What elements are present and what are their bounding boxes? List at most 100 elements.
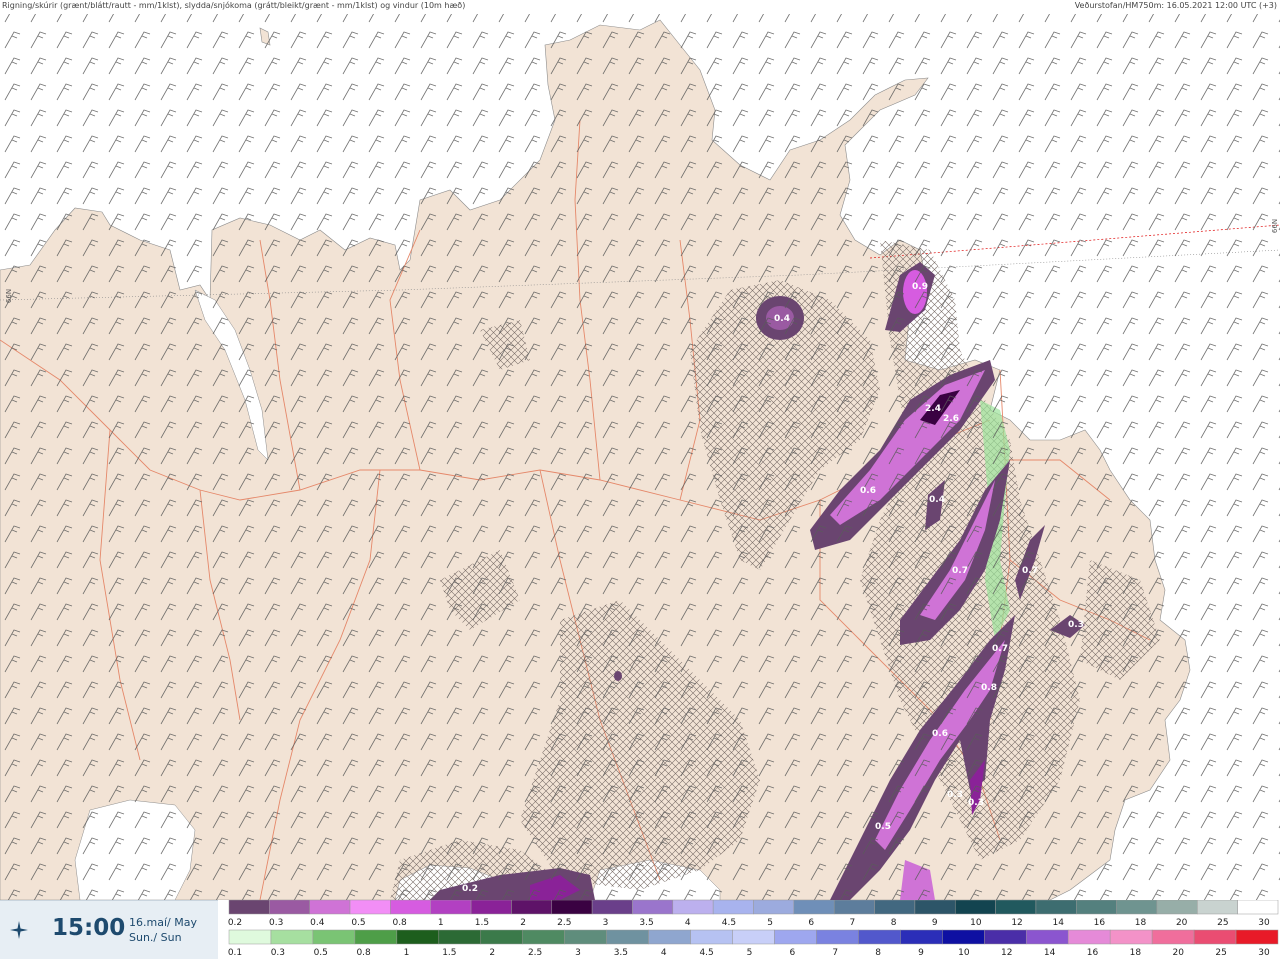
precip-value-label: 0.4 bbox=[774, 314, 790, 324]
lat-label-right: 66N bbox=[1271, 218, 1280, 234]
legend-top-label: 6 bbox=[808, 918, 814, 928]
legend-top-swatch bbox=[833, 900, 875, 915]
legend-bottom-label: 25 bbox=[1215, 948, 1226, 958]
legend-bottom-label: 14 bbox=[1044, 948, 1056, 958]
precip-value-label: 0.6 bbox=[860, 486, 876, 496]
legend-top-label: 12 bbox=[1011, 918, 1022, 928]
legend-bottom-label: 2 bbox=[489, 948, 495, 958]
precip-value-label: 2.6 bbox=[943, 414, 959, 424]
legend-top-label: 14 bbox=[1052, 918, 1064, 928]
legend-top-swatch bbox=[874, 900, 916, 915]
time-panel: 15:00 16.maí/ May Sun./ Sun bbox=[0, 900, 218, 959]
legend-top-swatch bbox=[995, 900, 1037, 915]
precip-value-label: 0.7 bbox=[1022, 566, 1038, 576]
model-run-info: Veðurstofan/HM750m: 16.05.2021 12:00 UTC… bbox=[1074, 1, 1277, 10]
legend-bottom-swatch bbox=[690, 929, 733, 945]
legend-top-swatch bbox=[1035, 900, 1077, 915]
forecast-date: 16.maí/ May bbox=[129, 916, 197, 929]
legend-bottom-label: 9 bbox=[918, 948, 924, 958]
legend-top-label: 9 bbox=[932, 918, 938, 928]
legend-top-label: 0.8 bbox=[392, 918, 407, 928]
precip-value-label: 0.4 bbox=[929, 495, 945, 505]
precip-value-label: 0.3 bbox=[968, 798, 984, 808]
legend-bottom-label: 10 bbox=[958, 948, 970, 958]
legend-bottom-swatch bbox=[228, 929, 272, 945]
legend-top-label: 16 bbox=[1094, 918, 1106, 928]
legend-bottom-swatch bbox=[858, 929, 901, 945]
legend-top-swatch bbox=[511, 900, 553, 915]
legend-top-label: 5 bbox=[767, 918, 773, 928]
precip-value-label: 2.4 bbox=[925, 404, 941, 414]
legend-bottom-label: 12 bbox=[1001, 948, 1012, 958]
legend-top-swatch bbox=[954, 900, 996, 915]
legend-bottom-label: 0.1 bbox=[228, 948, 242, 958]
legend-top-swatch bbox=[632, 900, 674, 915]
legend-top-swatch bbox=[269, 900, 310, 915]
legend-bottom-swatch bbox=[480, 929, 523, 945]
legend-top-swatch bbox=[1116, 900, 1158, 915]
legend-bottom-label: 4.5 bbox=[699, 948, 713, 958]
legend-bottom-label: 5 bbox=[747, 948, 753, 958]
legend-bottom-label: 1.5 bbox=[442, 948, 456, 958]
legend-bottom-swatch bbox=[1151, 929, 1195, 945]
legend-bottom-swatch bbox=[648, 929, 691, 945]
legend-bottom-label: 3 bbox=[575, 948, 581, 958]
legend-top-swatch bbox=[712, 900, 754, 915]
legend-top-swatch bbox=[470, 900, 512, 915]
legend-top-swatch bbox=[228, 900, 270, 915]
legend-top-label: 10 bbox=[970, 918, 982, 928]
forecast-time: 15:00 bbox=[52, 915, 126, 941]
legend-bottom-swatch bbox=[312, 929, 356, 945]
legend-top-label: 18 bbox=[1135, 918, 1147, 928]
legend-bottom-label: 16 bbox=[1087, 948, 1099, 958]
legend-top-swatch bbox=[551, 900, 593, 915]
legend-top-label: 3.5 bbox=[639, 918, 653, 928]
weather-map bbox=[0, 0, 1280, 900]
legend-top-label: 0.2 bbox=[228, 918, 242, 928]
legend-top-label: 1 bbox=[438, 918, 444, 928]
legend-bottom-label: 18 bbox=[1130, 948, 1142, 958]
legend-top-swatch bbox=[591, 900, 633, 915]
legend-bottom-label: 0.3 bbox=[271, 948, 285, 958]
wind-barbs bbox=[0, 14, 1280, 900]
legend-bottom-label: 1 bbox=[404, 948, 410, 958]
legend-bottom-label: 3.5 bbox=[614, 948, 628, 958]
precip-value-label: 0.5 bbox=[875, 822, 891, 832]
legend-top-swatch bbox=[793, 900, 835, 915]
legend-bottom-swatch bbox=[774, 929, 817, 945]
legend-top-label: 3 bbox=[603, 918, 609, 928]
precip-value-label: 0.9 bbox=[912, 282, 928, 292]
legend-top-swatch bbox=[1076, 900, 1117, 915]
legend-bottom-label: 2.5 bbox=[528, 948, 542, 958]
legend-bottom-swatch bbox=[984, 929, 1027, 945]
met-office-logo-icon bbox=[10, 921, 28, 939]
precip-value-label: 0.3 bbox=[947, 790, 963, 800]
legend-top-swatch bbox=[430, 900, 472, 915]
legend-bottom-swatch bbox=[816, 929, 859, 945]
legend-bottom-swatch bbox=[522, 929, 565, 945]
legend-bottom-swatch bbox=[900, 929, 943, 945]
legend-top-label: 7 bbox=[850, 918, 856, 928]
legend-bottom-swatch bbox=[1109, 929, 1153, 945]
lat-label-left: 66N bbox=[5, 288, 14, 304]
legend-top-label: 25 bbox=[1217, 918, 1228, 928]
precip-value-label: 0.7 bbox=[992, 644, 1008, 654]
legend-top-label: 2 bbox=[520, 918, 526, 928]
legend-top-label: 0.3 bbox=[269, 918, 283, 928]
legend-bottom-swatch bbox=[606, 929, 649, 945]
legend-top-swatch bbox=[1237, 900, 1279, 915]
legend-bottom-label: 8 bbox=[875, 948, 881, 958]
legend-top-swatch bbox=[753, 900, 795, 915]
precip-value-label: 0.6 bbox=[932, 729, 948, 739]
legend-top-label: 2.5 bbox=[557, 918, 571, 928]
legend-bottom-label: 20 bbox=[1173, 948, 1185, 958]
legend-top-swatch bbox=[1156, 900, 1198, 915]
legend-top-swatch bbox=[672, 900, 714, 915]
legend-top-label: 4 bbox=[685, 918, 691, 928]
legend-bottom-label: 0.8 bbox=[356, 948, 371, 958]
legend-bottom-label: 4 bbox=[661, 948, 667, 958]
legend-bottom-swatch bbox=[1025, 929, 1069, 945]
legend-bottom-swatch bbox=[354, 929, 398, 945]
legend-top-label: 0.4 bbox=[310, 918, 325, 928]
legend-top-label: 8 bbox=[891, 918, 897, 928]
